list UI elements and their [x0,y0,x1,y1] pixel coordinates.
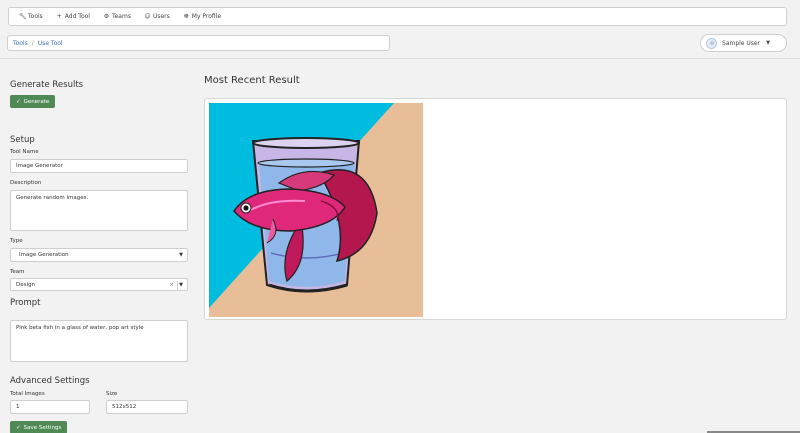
type-select-value: Image Generation [19,252,69,258]
nav-item-teams[interactable]: ⚙ Teams [103,13,131,20]
type-label: Type [10,238,23,244]
user-menu-button[interactable]: Sample User ▼ [700,34,787,52]
breadcrumb-current: Use Tool [37,39,63,47]
select-divider [177,281,178,290]
nav-item-my-profile[interactable]: ☸ My Profile [183,13,222,20]
nav-item-users[interactable]: ☺ Users [144,13,170,20]
nav-item-label: Users [152,13,170,20]
generate-button[interactable]: ✓ Generate [10,95,56,108]
type-select[interactable]: Image Generation ▼ [10,248,188,262]
prompt-heading: Prompt [10,298,41,308]
setup-heading: Setup [10,135,35,145]
wrench-icon: 🔧︎ [19,13,27,20]
description-label: Description [10,180,42,186]
generate-results-heading: Generate Results [10,80,84,90]
save-settings-button[interactable]: ✓ Save Settings [10,421,68,433]
result-image[interactable] [209,103,423,317]
check-icon: ✓ [16,98,21,105]
clear-icon[interactable]: × [169,282,174,288]
avatar [706,37,717,49]
team-label: Team [10,269,25,275]
most-recent-result-heading: Most Recent Result [204,75,300,86]
nav-item-label: Teams [111,13,131,20]
nav-item-label: Add Tool [64,13,90,20]
nav-item-label: My Profile [191,13,222,20]
advanced-settings-heading: Advanced Settings [10,376,90,386]
breadcrumb: Tools / Use Tool [7,35,390,51]
tool-name-input[interactable]: Image Generator [10,159,188,173]
gear-icon: ⚙ [103,13,110,20]
chevron-down-icon: ▼ [766,40,770,46]
breadcrumb-tools-link[interactable]: Tools [13,40,28,47]
breadcrumb-separator: / [31,39,34,47]
betta-fish-artwork [209,103,423,317]
chevron-down-icon[interactable]: ▼ [179,282,183,288]
check-icon: ✓ [16,424,21,431]
size-label: Size [106,391,118,397]
tool-name-label: Tool Name [10,149,39,155]
description-textarea[interactable]: Generate random images. [10,190,188,231]
profile-icon: ☸ [183,13,189,20]
save-settings-label: Save Settings [23,424,62,431]
prompt-textarea[interactable]: Pink beta fish in a glass of water, pop … [10,320,188,362]
nav-item-label: Tools [28,13,43,20]
team-select-value: Design [16,281,35,288]
nav-item-tools[interactable]: 🔧︎ Tools [19,13,43,20]
plus-icon: + [56,13,62,20]
chevron-down-icon: ▼ [179,252,183,258]
team-select[interactable]: Design × ▼ [10,278,188,291]
users-icon: ☺ [144,13,151,20]
total-images-label: Total Images [10,391,45,397]
user-name: Sample User [722,39,761,47]
total-images-input[interactable]: 1 [10,400,90,414]
result-card [204,98,787,320]
top-navbar: 🔧︎ Tools + Add Tool ⚙ Teams ☺ Users ☸ My… [8,7,787,26]
header-divider [0,58,800,59]
generate-button-label: Generate [23,98,50,105]
size-input[interactable]: 512x512 [106,400,188,414]
nav-item-add-tool[interactable]: + Add Tool [56,13,90,20]
